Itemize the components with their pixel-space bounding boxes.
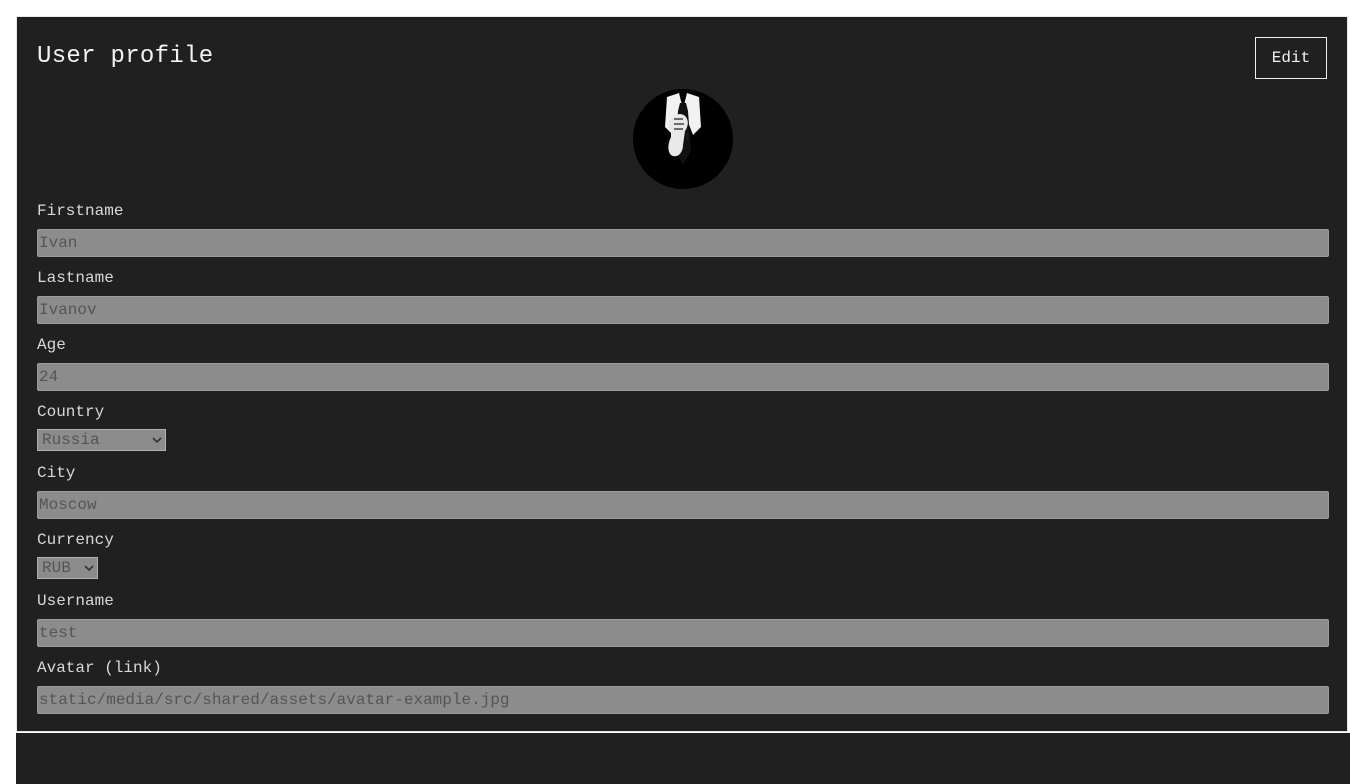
currency-select-value: RUB xyxy=(42,559,71,577)
country-select[interactable]: Russia xyxy=(37,429,166,451)
firstname-field[interactable] xyxy=(37,229,1329,257)
avatar-link-field[interactable] xyxy=(37,686,1329,714)
page: User profile Edit Firstname Lastname Age xyxy=(0,0,1350,784)
lastname-label: Lastname xyxy=(37,269,114,287)
age-field[interactable] xyxy=(37,363,1329,391)
profile-card: User profile Edit Firstname Lastname Age xyxy=(16,16,1348,732)
country-label: Country xyxy=(37,403,105,421)
username-label: Username xyxy=(37,592,114,610)
chevron-down-icon xyxy=(84,565,94,572)
page-title: User profile xyxy=(37,43,214,70)
currency-select[interactable]: RUB xyxy=(37,557,98,579)
age-label: Age xyxy=(37,336,66,354)
footer xyxy=(16,733,1350,784)
avatar-anonymous-suit-icon xyxy=(633,89,733,189)
country-select-value: Russia xyxy=(42,431,100,449)
chevron-down-icon xyxy=(152,437,162,444)
firstname-label: Firstname xyxy=(37,202,124,220)
avatar xyxy=(633,89,733,189)
avatar-link-label: Avatar (link) xyxy=(37,659,162,677)
username-field[interactable] xyxy=(37,619,1329,647)
edit-button[interactable]: Edit xyxy=(1255,37,1327,79)
city-field[interactable] xyxy=(37,491,1329,519)
lastname-field[interactable] xyxy=(37,296,1329,324)
city-label: City xyxy=(37,464,76,482)
currency-label: Currency xyxy=(37,531,114,549)
